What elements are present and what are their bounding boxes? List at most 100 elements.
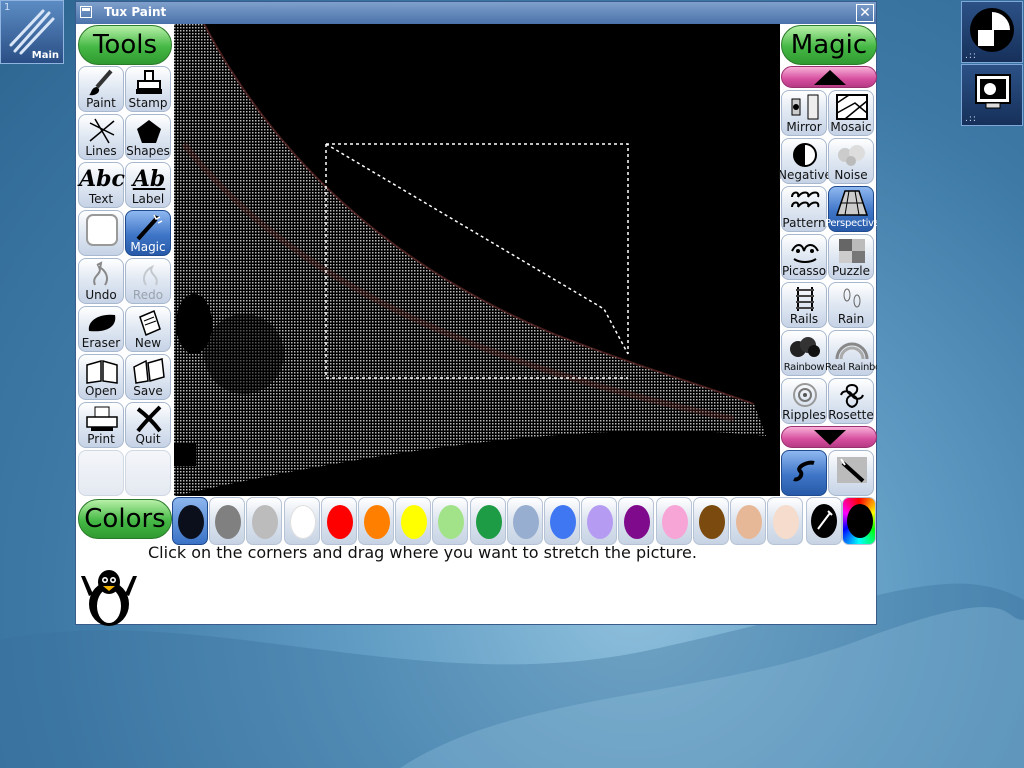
- tool-fill-button[interactable]: [78, 210, 124, 256]
- magic-label: Pattern: [782, 217, 826, 230]
- save-icon: [133, 358, 165, 384]
- color-swatch[interactable]: [395, 497, 431, 545]
- window-title: Tux Paint: [104, 5, 167, 19]
- tool-text-button[interactable]: Abc Text: [78, 162, 125, 208]
- magic-label: Rain: [837, 313, 865, 326]
- color-swatch[interactable]: [209, 497, 245, 545]
- color-swatch[interactable]: [172, 497, 208, 545]
- color-swatch[interactable]: [693, 497, 729, 545]
- color-swatch[interactable]: [730, 497, 766, 545]
- pattern-icon: [791, 191, 820, 208]
- tool-magic-button[interactable]: Magic: [125, 210, 171, 256]
- tux-penguin-icon: [81, 570, 137, 626]
- main-launcher-button[interactable]: 1 Main: [0, 0, 64, 64]
- magic-mirror-button[interactable]: Mirror: [781, 90, 827, 136]
- arrow-up-icon: [814, 70, 846, 85]
- puzzle-icon: [839, 239, 865, 263]
- color-swatch-dot: [624, 505, 650, 539]
- tool-label: Lines: [85, 145, 117, 158]
- printer-icon: [86, 406, 118, 431]
- tool-label: Quit: [135, 433, 161, 446]
- color-swatch[interactable]: [321, 497, 357, 545]
- redo-icon: [143, 264, 158, 286]
- magic-negative-button[interactable]: Negative: [778, 138, 830, 184]
- magic-mosaic-button[interactable]: Mosaic: [828, 90, 874, 136]
- color-swatch[interactable]: [544, 497, 580, 545]
- canvas-artwork: [174, 24, 766, 496]
- tool-quit-button[interactable]: Quit: [125, 402, 171, 448]
- color-swatch[interactable]: [767, 497, 803, 545]
- tool-redo-button[interactable]: Redo: [125, 258, 171, 304]
- tool-open-button[interactable]: Open: [78, 354, 124, 400]
- magic-rails-button[interactable]: Rails: [781, 282, 827, 328]
- magic-scroll-up-button[interactable]: [781, 66, 877, 88]
- color-swatch-dot: [550, 505, 576, 539]
- color-swatch[interactable]: [246, 497, 282, 545]
- color-swatch[interactable]: [581, 497, 617, 545]
- tray-dots: .::: [965, 51, 977, 61]
- mosaic-icon: [836, 94, 868, 120]
- lines-icon: [89, 118, 115, 144]
- color-swatch[interactable]: [618, 497, 654, 545]
- tool-save-button[interactable]: Save: [125, 354, 171, 400]
- perspective-icon: [835, 190, 869, 216]
- magic-rainbow-button[interactable]: Rainbow: [781, 330, 827, 376]
- tool-eraser-button[interactable]: Eraser: [78, 306, 124, 352]
- magic-mode-fullscreen-button[interactable]: [828, 450, 874, 496]
- magic-pattern-button[interactable]: Pattern: [781, 186, 827, 232]
- color-swatch-dot: [476, 505, 502, 539]
- tool-paint-button[interactable]: Paint: [78, 66, 124, 112]
- tool-label: Text: [88, 193, 114, 206]
- color-swatch[interactable]: [470, 497, 506, 545]
- tool-shapes-button[interactable]: Shapes: [125, 114, 171, 160]
- color-swatch[interactable]: [507, 497, 543, 545]
- magic-real-rainbow-button[interactable]: Real Rainbow: [825, 330, 877, 376]
- window-titlebar[interactable]: Tux Paint ✕: [76, 2, 876, 24]
- tool-stamp-button[interactable]: Stamp: [125, 66, 171, 112]
- picasso-icon: [791, 244, 819, 263]
- tool-label: Label: [131, 193, 165, 206]
- magic-label: Negative: [778, 169, 830, 182]
- magic-rosette-button[interactable]: Rosette: [828, 378, 874, 424]
- tray-button-app[interactable]: .::: [961, 1, 1023, 63]
- tray-button-monitor[interactable]: .::: [961, 64, 1023, 126]
- close-button[interactable]: ✕: [856, 4, 874, 22]
- magic-label: Rails: [789, 313, 819, 326]
- magic-ripples-button[interactable]: Ripples: [781, 378, 827, 424]
- rain-icon: [843, 288, 861, 308]
- color-swatch[interactable]: [284, 497, 320, 545]
- tray-dots: .::: [965, 114, 977, 124]
- magic-puzzle-button[interactable]: Puzzle: [828, 234, 874, 280]
- magic-noise-button[interactable]: Noise: [828, 138, 874, 184]
- color-swatch[interactable]: [432, 497, 468, 545]
- color-swatch-dot: [215, 505, 241, 539]
- color-swatch-dot: [327, 505, 353, 539]
- eraser-icon: [88, 314, 116, 332]
- magic-scroll-down-button[interactable]: [781, 426, 877, 448]
- color-swatch-dot: [587, 505, 613, 539]
- color-swatch[interactable]: [656, 497, 692, 545]
- tool-new-button[interactable]: New: [125, 306, 171, 352]
- color-wheel-button[interactable]: [842, 497, 876, 545]
- tool-label: Paint: [86, 97, 116, 110]
- tool-print-button[interactable]: Print: [78, 402, 124, 448]
- color-swatch-dot: [401, 505, 427, 539]
- drawing-canvas[interactable]: [174, 24, 780, 496]
- window-menu-icon[interactable]: [80, 6, 92, 18]
- paint-brush-icon: [89, 69, 113, 96]
- tool-lines-button[interactable]: Lines: [78, 114, 124, 160]
- color-picker-button[interactable]: [806, 497, 842, 545]
- magic-perspective-button[interactable]: Perspective: [825, 186, 877, 232]
- magic-label: Puzzle: [832, 265, 870, 278]
- tool-label: Shapes: [126, 145, 170, 158]
- magic-mode-paint-button[interactable]: [781, 450, 827, 496]
- magic-label: Perspective: [825, 218, 877, 229]
- colors-header: Colors: [78, 499, 172, 539]
- magic-picasso-button[interactable]: Picasso: [781, 234, 827, 280]
- fullscreen-mode-icon: [837, 457, 867, 483]
- tool-label-button[interactable]: Ab Label: [125, 162, 171, 208]
- tool-label: Eraser: [81, 337, 121, 350]
- magic-rain-button[interactable]: Rain: [828, 282, 874, 328]
- color-swatch[interactable]: [358, 497, 394, 545]
- tool-undo-button[interactable]: Undo: [78, 258, 124, 304]
